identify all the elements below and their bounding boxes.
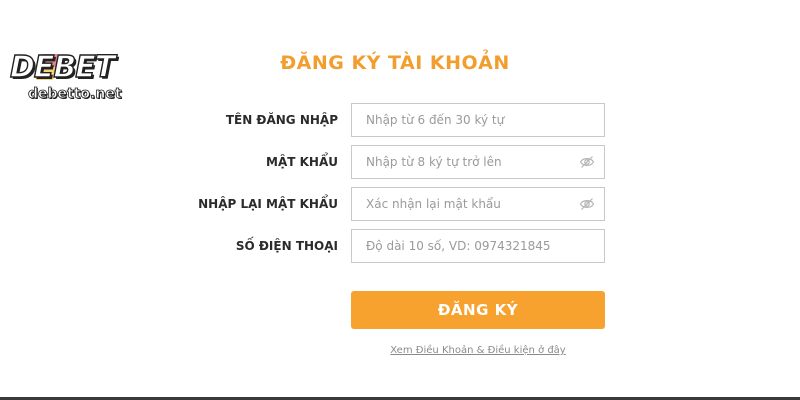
logo-brand-text: DEBET — [9, 50, 116, 85]
password-field-box — [351, 145, 605, 179]
register-button[interactable]: ĐĂNG KÝ — [351, 291, 605, 329]
confirm-password-field-box — [351, 187, 605, 221]
confirm-password-input[interactable] — [352, 188, 581, 220]
password-row: MẬT KHẨU — [150, 145, 605, 179]
username-row: TÊN ĐĂNG NHẬP — [150, 103, 605, 137]
phone-field-box — [351, 229, 605, 263]
logo: DEBET debetto.net — [9, 50, 150, 103]
phone-input[interactable] — [352, 230, 581, 262]
username-input[interactable] — [352, 104, 581, 136]
phone-row: SỐ ĐIỆN THOẠI — [150, 229, 605, 263]
password-input[interactable] — [352, 146, 581, 178]
logo-mark: DEBET — [9, 50, 116, 85]
username-field-box — [351, 103, 605, 137]
page-title: ĐĂNG KÝ TÀI KHOẢN — [280, 52, 510, 74]
confirm-password-row: NHẬP LẠI MẬT KHẨU — [150, 187, 605, 221]
terms-link[interactable]: Xem Điều Khoản & Điều kiện ở đây — [351, 345, 605, 356]
logo-domain-text: debetto.net — [28, 86, 122, 103]
phone-label: SỐ ĐIỆN THOẠI — [235, 239, 338, 253]
password-label: MẬT KHẨU — [266, 155, 338, 169]
registration-page: DEBET debetto.net ĐĂNG KÝ TÀI KHOẢN TÊN … — [0, 0, 800, 400]
confirm-password-label: NHẬP LẠI MẬT KHẨU — [198, 197, 338, 211]
eye-slash-icon[interactable] — [579, 155, 595, 169]
eye-slash-icon[interactable] — [579, 197, 595, 211]
username-label: TÊN ĐĂNG NHẬP — [225, 113, 338, 127]
